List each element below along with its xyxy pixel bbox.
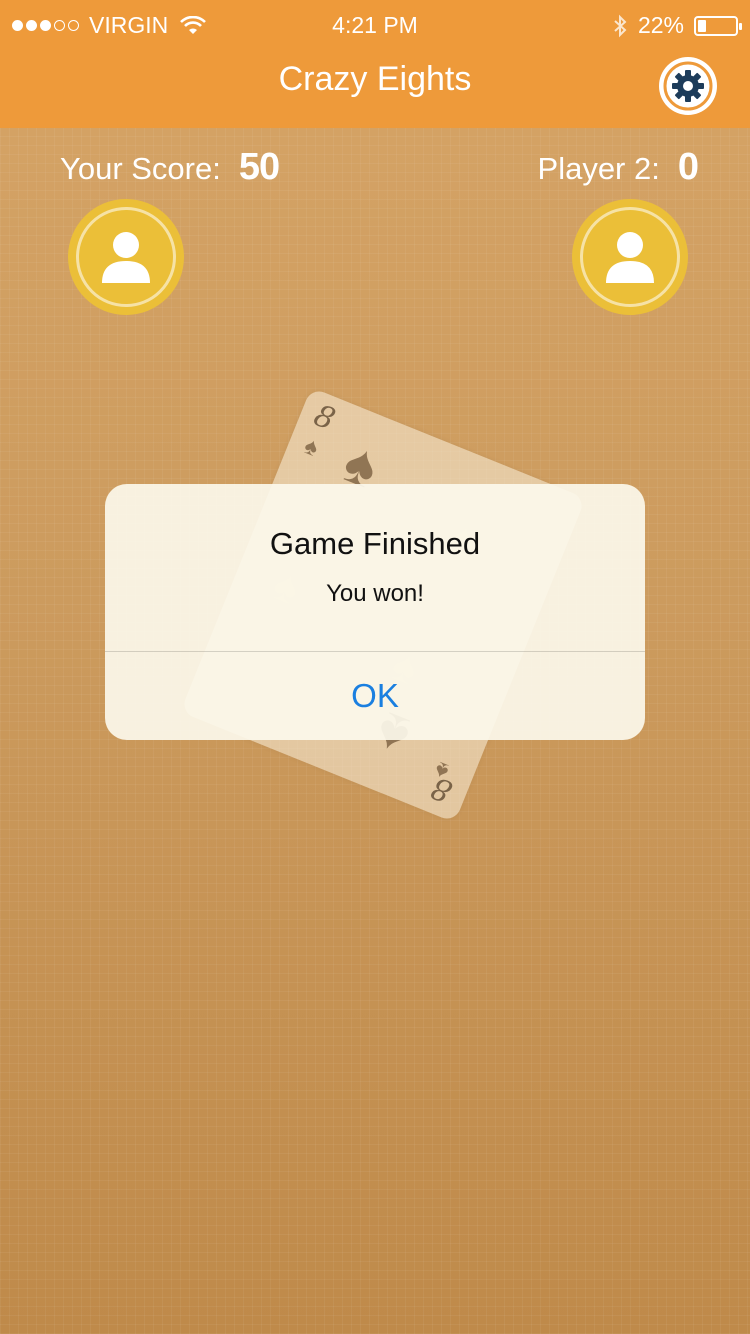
battery-nub — [739, 22, 742, 30]
avatar-ring — [76, 207, 176, 307]
settings-button[interactable] — [659, 57, 717, 115]
spade-icon: ♠ — [300, 432, 323, 463]
card-rank-top: 8 — [308, 398, 340, 438]
game-finished-alert: Game Finished You won! OK — [105, 484, 645, 740]
ok-button[interactable]: OK — [105, 652, 645, 740]
status-bar: VIRGIN 4:21 PM 22% — [0, 0, 750, 50]
your-score: Your Score: 50 — [60, 146, 280, 189]
your-score-value: 50 — [238, 146, 280, 188]
battery-group: 22% — [612, 12, 742, 39]
battery-fill — [698, 19, 706, 32]
alert-message: You won! — [326, 580, 424, 607]
player2-avatar[interactable] — [572, 199, 688, 315]
player2-score-value: 0 — [677, 146, 699, 188]
player2-score-label: Player 2: — [537, 151, 660, 186]
avatar-ring — [580, 207, 680, 307]
header-bar: VIRGIN 4:21 PM 22% Crazy Eights — [0, 0, 750, 128]
your-score-label: Your Score: — [60, 151, 221, 186]
your-avatar[interactable] — [68, 199, 184, 315]
battery-icon — [694, 15, 742, 36]
gear-icon — [663, 61, 713, 111]
alert-title: Game Finished — [269, 526, 481, 561]
player2-score: Player 2: 0 — [537, 146, 699, 189]
card-rank-bottom: 8 — [426, 769, 458, 809]
page-title: Crazy Eights — [278, 60, 472, 98]
bluetooth-icon — [614, 14, 627, 37]
battery-percent: 22% — [637, 12, 684, 38]
